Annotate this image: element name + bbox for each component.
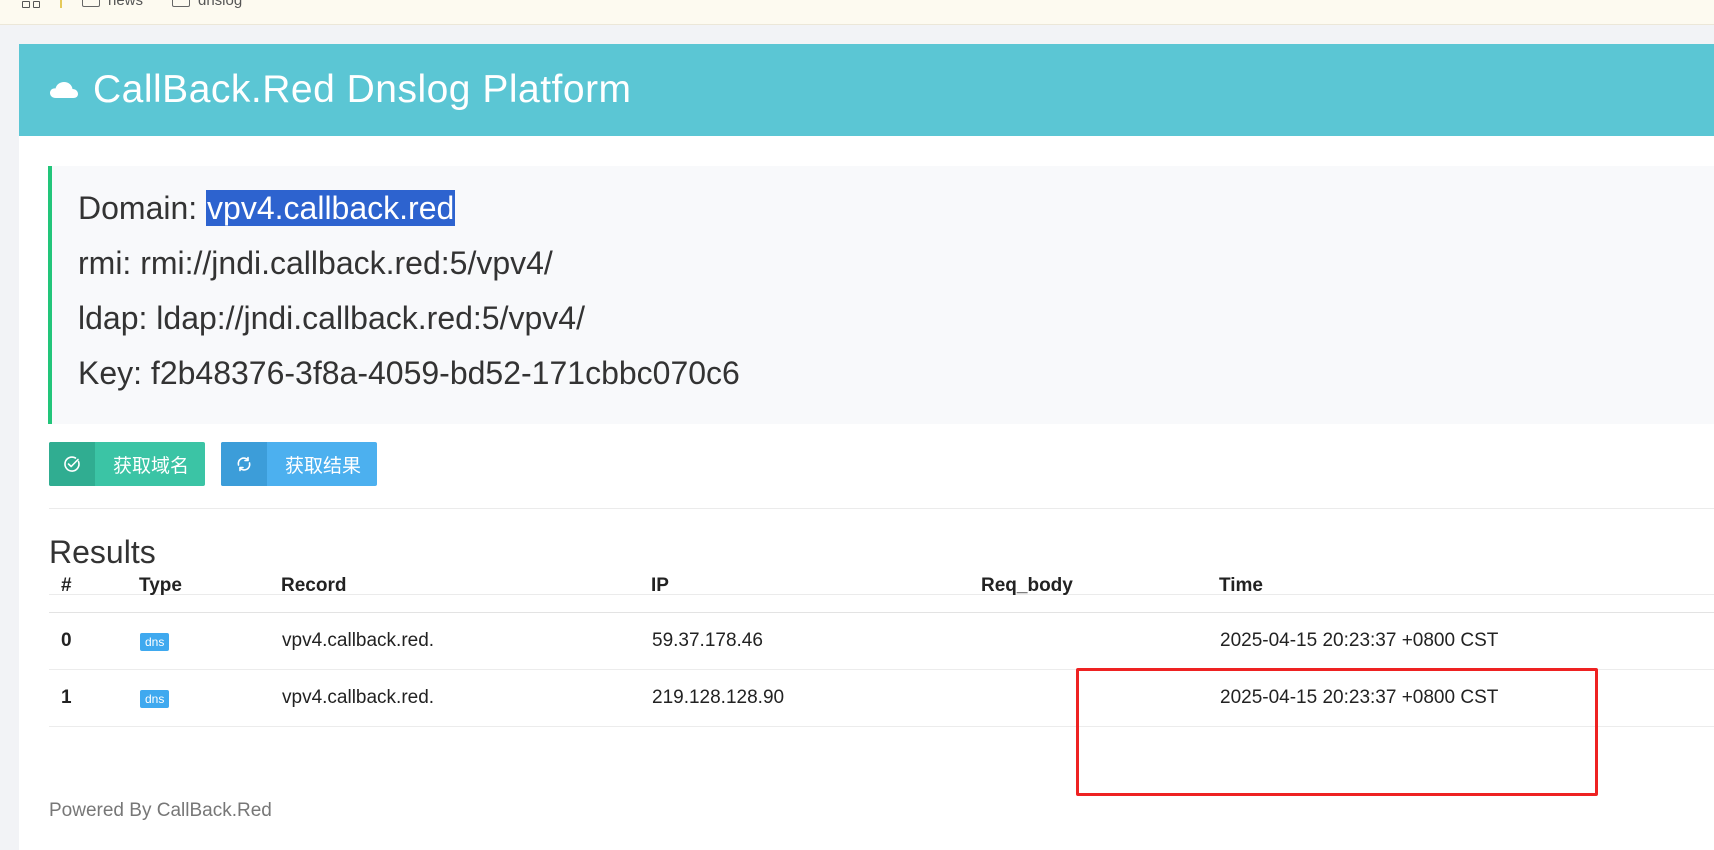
row-req-body	[981, 612, 1219, 670]
folder-icon	[172, 0, 190, 7]
column-header-num: #	[49, 560, 139, 613]
domain-label: Domain:	[78, 190, 207, 226]
main-card: CallBack.Red Dnslog Platform Domain: vpv…	[19, 44, 1714, 850]
apps-grid-icon[interactable]	[22, 0, 40, 8]
row-time: 2025-04-15 20:23:37 +0800 CST	[1219, 669, 1714, 727]
divider	[49, 508, 1714, 509]
footer-text: Powered By CallBack.Red	[49, 800, 272, 821]
bookmark-dnslog[interactable]: dnslog	[172, 0, 242, 10]
domain-line: Domain: vpv4.callback.red	[78, 184, 1714, 239]
get-domain-button[interactable]: 获取域名	[49, 442, 206, 486]
cloud-icon	[50, 82, 78, 98]
table-row: 1 dns vpv4.callback.red. 219.128.128.90 …	[49, 669, 1714, 727]
bookmark-label: dnslog	[198, 0, 243, 9]
row-ip: 59.37.178.46	[651, 612, 981, 670]
rmi-value[interactable]: rmi://jndi.callback.red:5/vpv4/	[140, 245, 553, 281]
row-ip: 219.128.128.90	[651, 669, 981, 727]
get-results-label: 获取结果	[285, 455, 362, 477]
table-row: 0 dns vpv4.callback.red. 59.37.178.46 20…	[49, 612, 1714, 670]
column-header-req-body: Req_body	[981, 560, 1219, 613]
bookmark-label: news	[108, 0, 144, 9]
get-results-button[interactable]: 获取结果	[221, 442, 378, 486]
bookmark-news[interactable]: news	[82, 0, 143, 10]
results-table: # Type Record IP Req_body Time 0 dns vpv…	[49, 560, 1714, 727]
row-time: 2025-04-15 20:23:37 +0800 CST	[1219, 612, 1714, 670]
domain-info-block: Domain: vpv4.callback.red rmi: rmi://jnd…	[48, 166, 1714, 424]
row-type-cell: dns	[139, 669, 281, 727]
row-req-body	[981, 669, 1219, 727]
action-buttons: 获取域名 获取结果	[49, 442, 378, 486]
rmi-line: rmi: rmi://jndi.callback.red:5/vpv4/	[78, 239, 1714, 294]
row-num: 0	[49, 612, 139, 670]
row-num: 1	[49, 669, 139, 727]
folder-icon	[82, 0, 100, 7]
ldap-value[interactable]: ldap://jndi.callback.red:5/vpv4/	[156, 300, 585, 336]
table-header-row: # Type Record IP Req_body Time	[49, 560, 1714, 613]
row-record: vpv4.callback.red.	[281, 612, 651, 670]
bookmarks-bar: news dnslog	[0, 0, 1714, 25]
domain-value[interactable]: vpv4.callback.red	[206, 190, 456, 226]
check-circle-icon	[49, 442, 95, 486]
column-header-type: Type	[139, 560, 281, 613]
key-line: Key: f2b48376-3f8a-4059-bd52-171cbbc070c…	[78, 349, 1714, 404]
column-header-time: Time	[1219, 560, 1714, 613]
key-label: Key:	[78, 355, 151, 391]
column-header-ip: IP	[651, 560, 981, 613]
ldap-label: ldap:	[78, 300, 157, 336]
ldap-line: ldap: ldap://jndi.callback.red:5/vpv4/	[78, 294, 1714, 349]
type-badge: dns	[140, 632, 170, 651]
type-badge: dns	[140, 689, 170, 708]
key-value[interactable]: f2b48376-3f8a-4059-bd52-171cbbc070c6	[151, 355, 740, 391]
get-domain-label: 获取域名	[113, 455, 190, 477]
refresh-icon	[221, 442, 268, 486]
page-header: CallBack.Red Dnslog Platform	[19, 44, 1714, 136]
rmi-label: rmi:	[78, 245, 141, 281]
row-record: vpv4.callback.red.	[281, 669, 651, 727]
bookmarks-divider	[60, 0, 62, 8]
row-type-cell: dns	[139, 612, 281, 670]
page-title: CallBack.Red Dnslog Platform	[93, 68, 632, 111]
column-header-record: Record	[281, 560, 651, 613]
